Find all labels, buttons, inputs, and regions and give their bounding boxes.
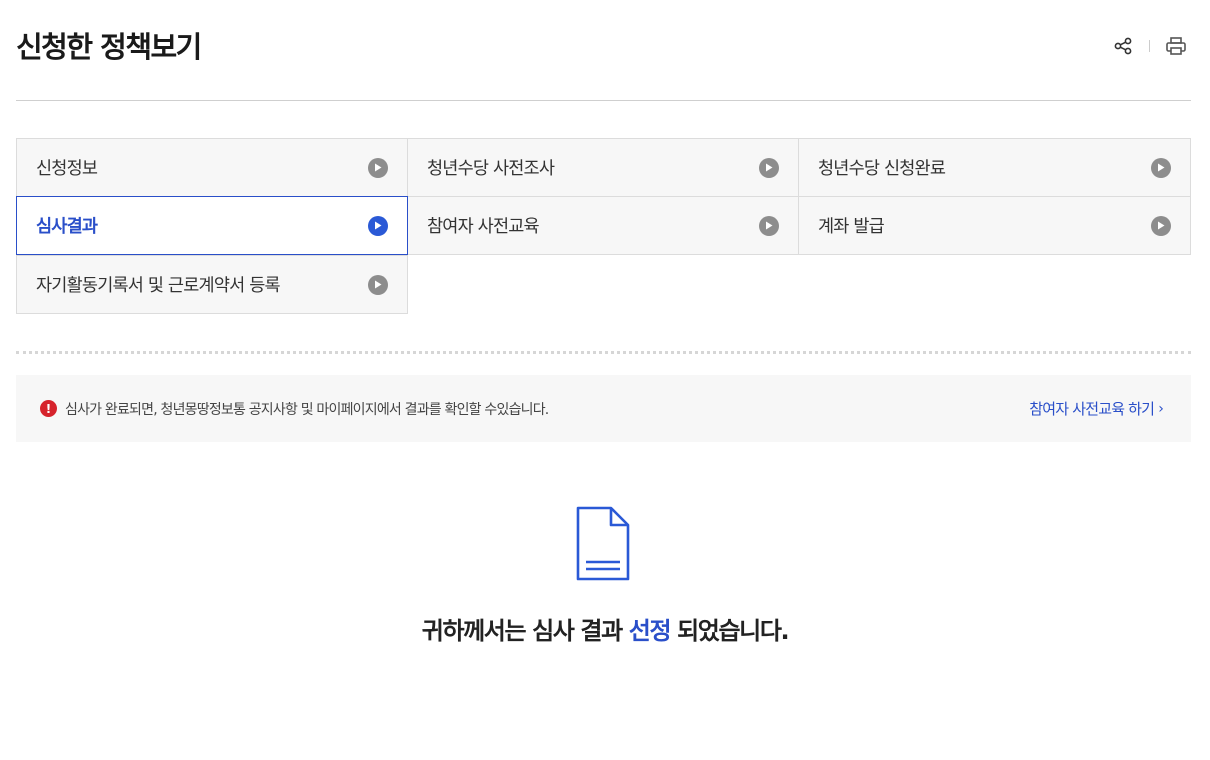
step-label: 심사결과 [36,217,98,237]
result-text-before: 귀하께서는 심사 결과 [421,617,629,645]
step-item-apply-info[interactable]: 신청정보 [16,138,408,197]
step-label: 청년수당 신청완료 [818,159,946,179]
result-highlight: 선정 [628,617,672,645]
step-item-review-result[interactable]: 심사결과 [16,196,408,255]
step-item-apply-complete[interactable]: 청년수당 신청완료 [798,138,1191,197]
title-divider [16,100,1191,101]
step-item-account-issue[interactable]: 계좌 발급 [798,196,1191,255]
play-arrow-icon [368,274,388,295]
step-label: 참여자 사전교육 [427,217,540,237]
print-icon [1166,37,1186,55]
document-icon [575,505,631,587]
chevron-right-icon: › [1158,400,1164,417]
alert-icon: ! [40,400,57,417]
play-arrow-icon [1151,215,1171,236]
notice-text: 심사가 완료되면, 청년몽땅정보통 공지사항 및 마이페이지에서 결과를 확인할… [65,401,549,418]
pre-education-link[interactable]: 참여자 사전교육 하기 › [1029,398,1164,419]
dotted-divider [16,351,1191,354]
step-label: 청년수당 사전조사 [427,159,555,179]
step-item-pre-education[interactable]: 참여자 사전교육 [407,196,799,255]
play-arrow-icon [368,215,388,236]
share-icon [1114,37,1132,55]
notice-message: ! 심사가 완료되면, 청년몽땅정보통 공지사항 및 마이페이지에서 결과를 확… [40,399,549,419]
top-tools [1111,34,1188,58]
result-message: 귀하께서는 심사 결과 선정 되었습니다. [0,611,1210,646]
play-arrow-icon [759,157,779,178]
step-item-pre-survey[interactable]: 청년수당 사전조사 [407,138,799,197]
share-button[interactable] [1111,34,1135,58]
play-arrow-icon [1151,157,1171,178]
notice-box: ! 심사가 완료되면, 청년몽땅정보통 공지사항 및 마이페이지에서 결과를 확… [16,375,1191,442]
result-text-after: 되었습니다. [670,617,790,645]
step-item-activity-record[interactable]: 자기활동기록서 및 근로계약서 등록 [16,255,408,314]
step-label: 계좌 발급 [818,217,885,237]
page-title: 신청한 정책보기 [16,30,202,64]
play-arrow-icon [759,215,779,236]
tool-divider [1149,40,1150,52]
play-arrow-icon [368,157,388,178]
step-label: 신청정보 [36,159,98,179]
step-label: 자기활동기록서 및 근로계약서 등록 [36,276,281,296]
print-button[interactable] [1164,34,1188,58]
pre-education-link-label: 참여자 사전교육 하기 [1029,400,1155,418]
